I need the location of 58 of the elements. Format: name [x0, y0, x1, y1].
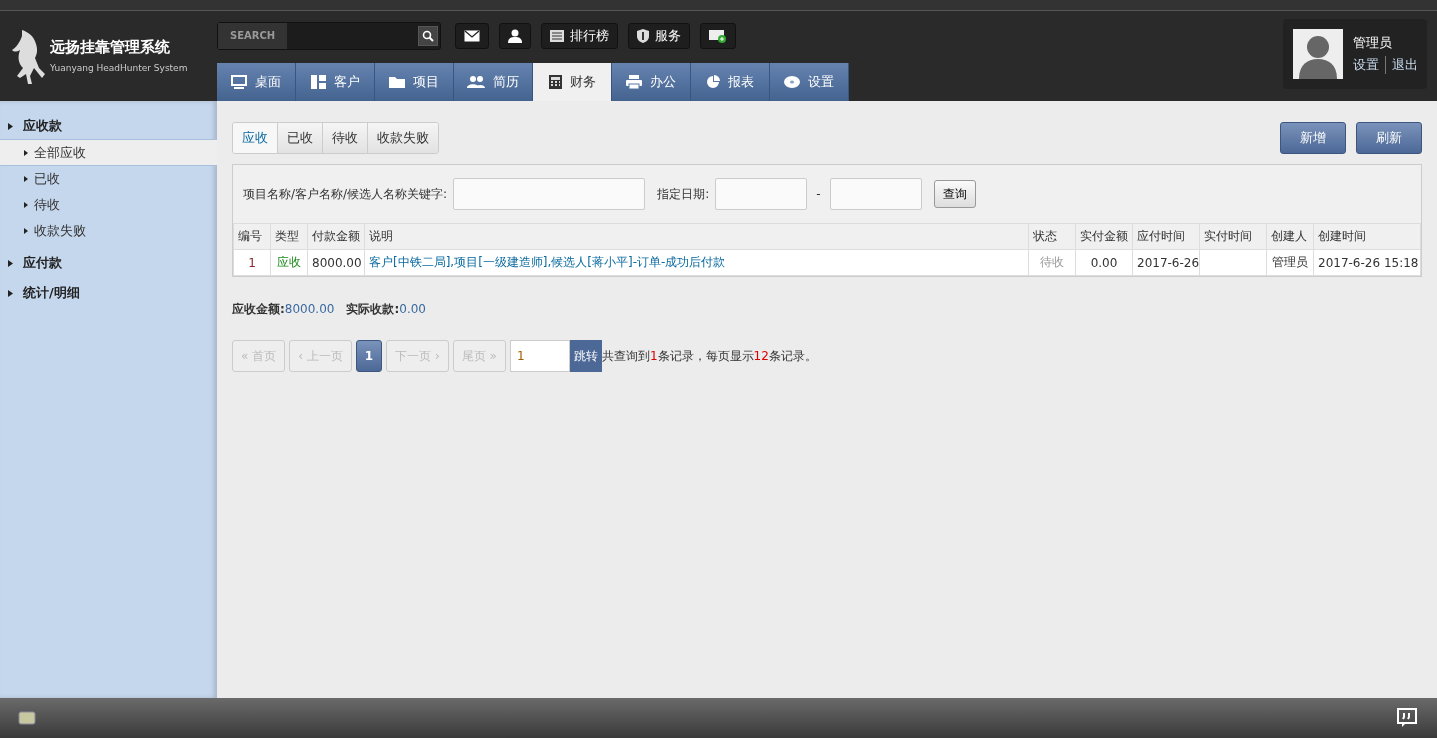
date-label: 指定日期: — [657, 185, 710, 203]
table-cell: 应收 — [277, 255, 301, 269]
filter-tab[interactable]: 收款失败 — [368, 123, 438, 153]
sidebar-item[interactable]: 全部应收 — [0, 140, 217, 166]
nav-tab[interactable]: 报表 — [691, 63, 770, 101]
page-button[interactable]: 1 — [355, 340, 383, 372]
column-header: 实付时间 — [1199, 223, 1267, 250]
range-separator: - — [816, 187, 821, 201]
nav-tab[interactable]: 简历 — [454, 63, 533, 101]
keyword-label: 项目名称/客户名称/候选人名称关键字: — [243, 185, 448, 203]
table-cell: 待收 — [1040, 255, 1064, 269]
table-cell: 1 — [248, 255, 256, 270]
page-field[interactable]: 1 — [509, 340, 570, 372]
sidebar-item[interactable]: 待收 — [0, 192, 217, 218]
nav-tab[interactable]: 办公 — [612, 63, 691, 101]
filter-tab[interactable]: 已收 — [278, 123, 323, 153]
app-subtitle: Yuanyang HeadHunter System — [50, 63, 188, 73]
column-header: 状态 — [1028, 223, 1076, 250]
record-count-text: 共查询到1条记录，每页显示12条记录。 — [601, 347, 817, 365]
summary-label: 应收金额: — [232, 302, 285, 316]
column-header: 应付时间 — [1132, 223, 1200, 250]
user-link[interactable]: 设置 — [1353, 56, 1379, 74]
user-name: 管理员 — [1353, 34, 1393, 52]
nav-tab[interactable]: 客户 — [296, 63, 375, 101]
sidebar-item[interactable]: 已收 — [0, 166, 217, 192]
toolbar-button[interactable]: 排行榜 — [541, 23, 618, 49]
table-cell: 8000.00 — [312, 255, 362, 270]
filter-tab[interactable]: 应收 — [233, 123, 278, 153]
table-cell: 2017-6-26 — [1137, 255, 1199, 270]
summary-value: 8000.00 — [284, 302, 335, 316]
column-header: 付款金额 — [307, 223, 365, 250]
sidebar-item[interactable]: 收款失败 — [0, 218, 217, 244]
nav-tab[interactable]: 项目 — [375, 63, 454, 101]
table-cell: 0.00 — [1090, 255, 1118, 270]
column-header: 类型 — [270, 223, 308, 250]
column-header: 创建时间 — [1313, 223, 1421, 250]
action-button[interactable]: 刷新 — [1356, 122, 1422, 154]
column-header: 创建人 — [1266, 223, 1314, 250]
summary-value: 0.00 — [399, 302, 426, 316]
query-button[interactable]: 查询 — [933, 180, 976, 208]
sidebar-group[interactable]: 统计/明细 — [0, 280, 217, 306]
column-header: 编号 — [233, 223, 271, 250]
table-cell: 2017-6-26 15:18 — [1318, 255, 1419, 270]
app-title: 远扬挂靠管理系统 — [50, 38, 171, 57]
table-cell: 管理员 — [1272, 255, 1308, 269]
action-button[interactable]: 新增 — [1280, 122, 1346, 154]
column-header: 实付金额 — [1075, 223, 1133, 250]
search-field[interactable]: SEARCH — [217, 22, 441, 50]
jump-button[interactable]: 跳转 — [569, 340, 602, 372]
column-header: 说明 — [364, 223, 1029, 250]
nav-tab[interactable]: 设置 — [770, 63, 849, 101]
toolbar-button[interactable]: 服务 — [628, 23, 690, 49]
filter-tab[interactable]: 待收 — [323, 123, 368, 153]
summary-label: 实际收款: — [346, 302, 400, 316]
nav-tab[interactable]: 桌面 — [217, 63, 296, 101]
sidebar-group[interactable]: 应付款 — [0, 250, 217, 276]
nav-tab[interactable]: 财务 — [533, 63, 612, 101]
user-link[interactable]: 退出 — [1392, 56, 1418, 74]
